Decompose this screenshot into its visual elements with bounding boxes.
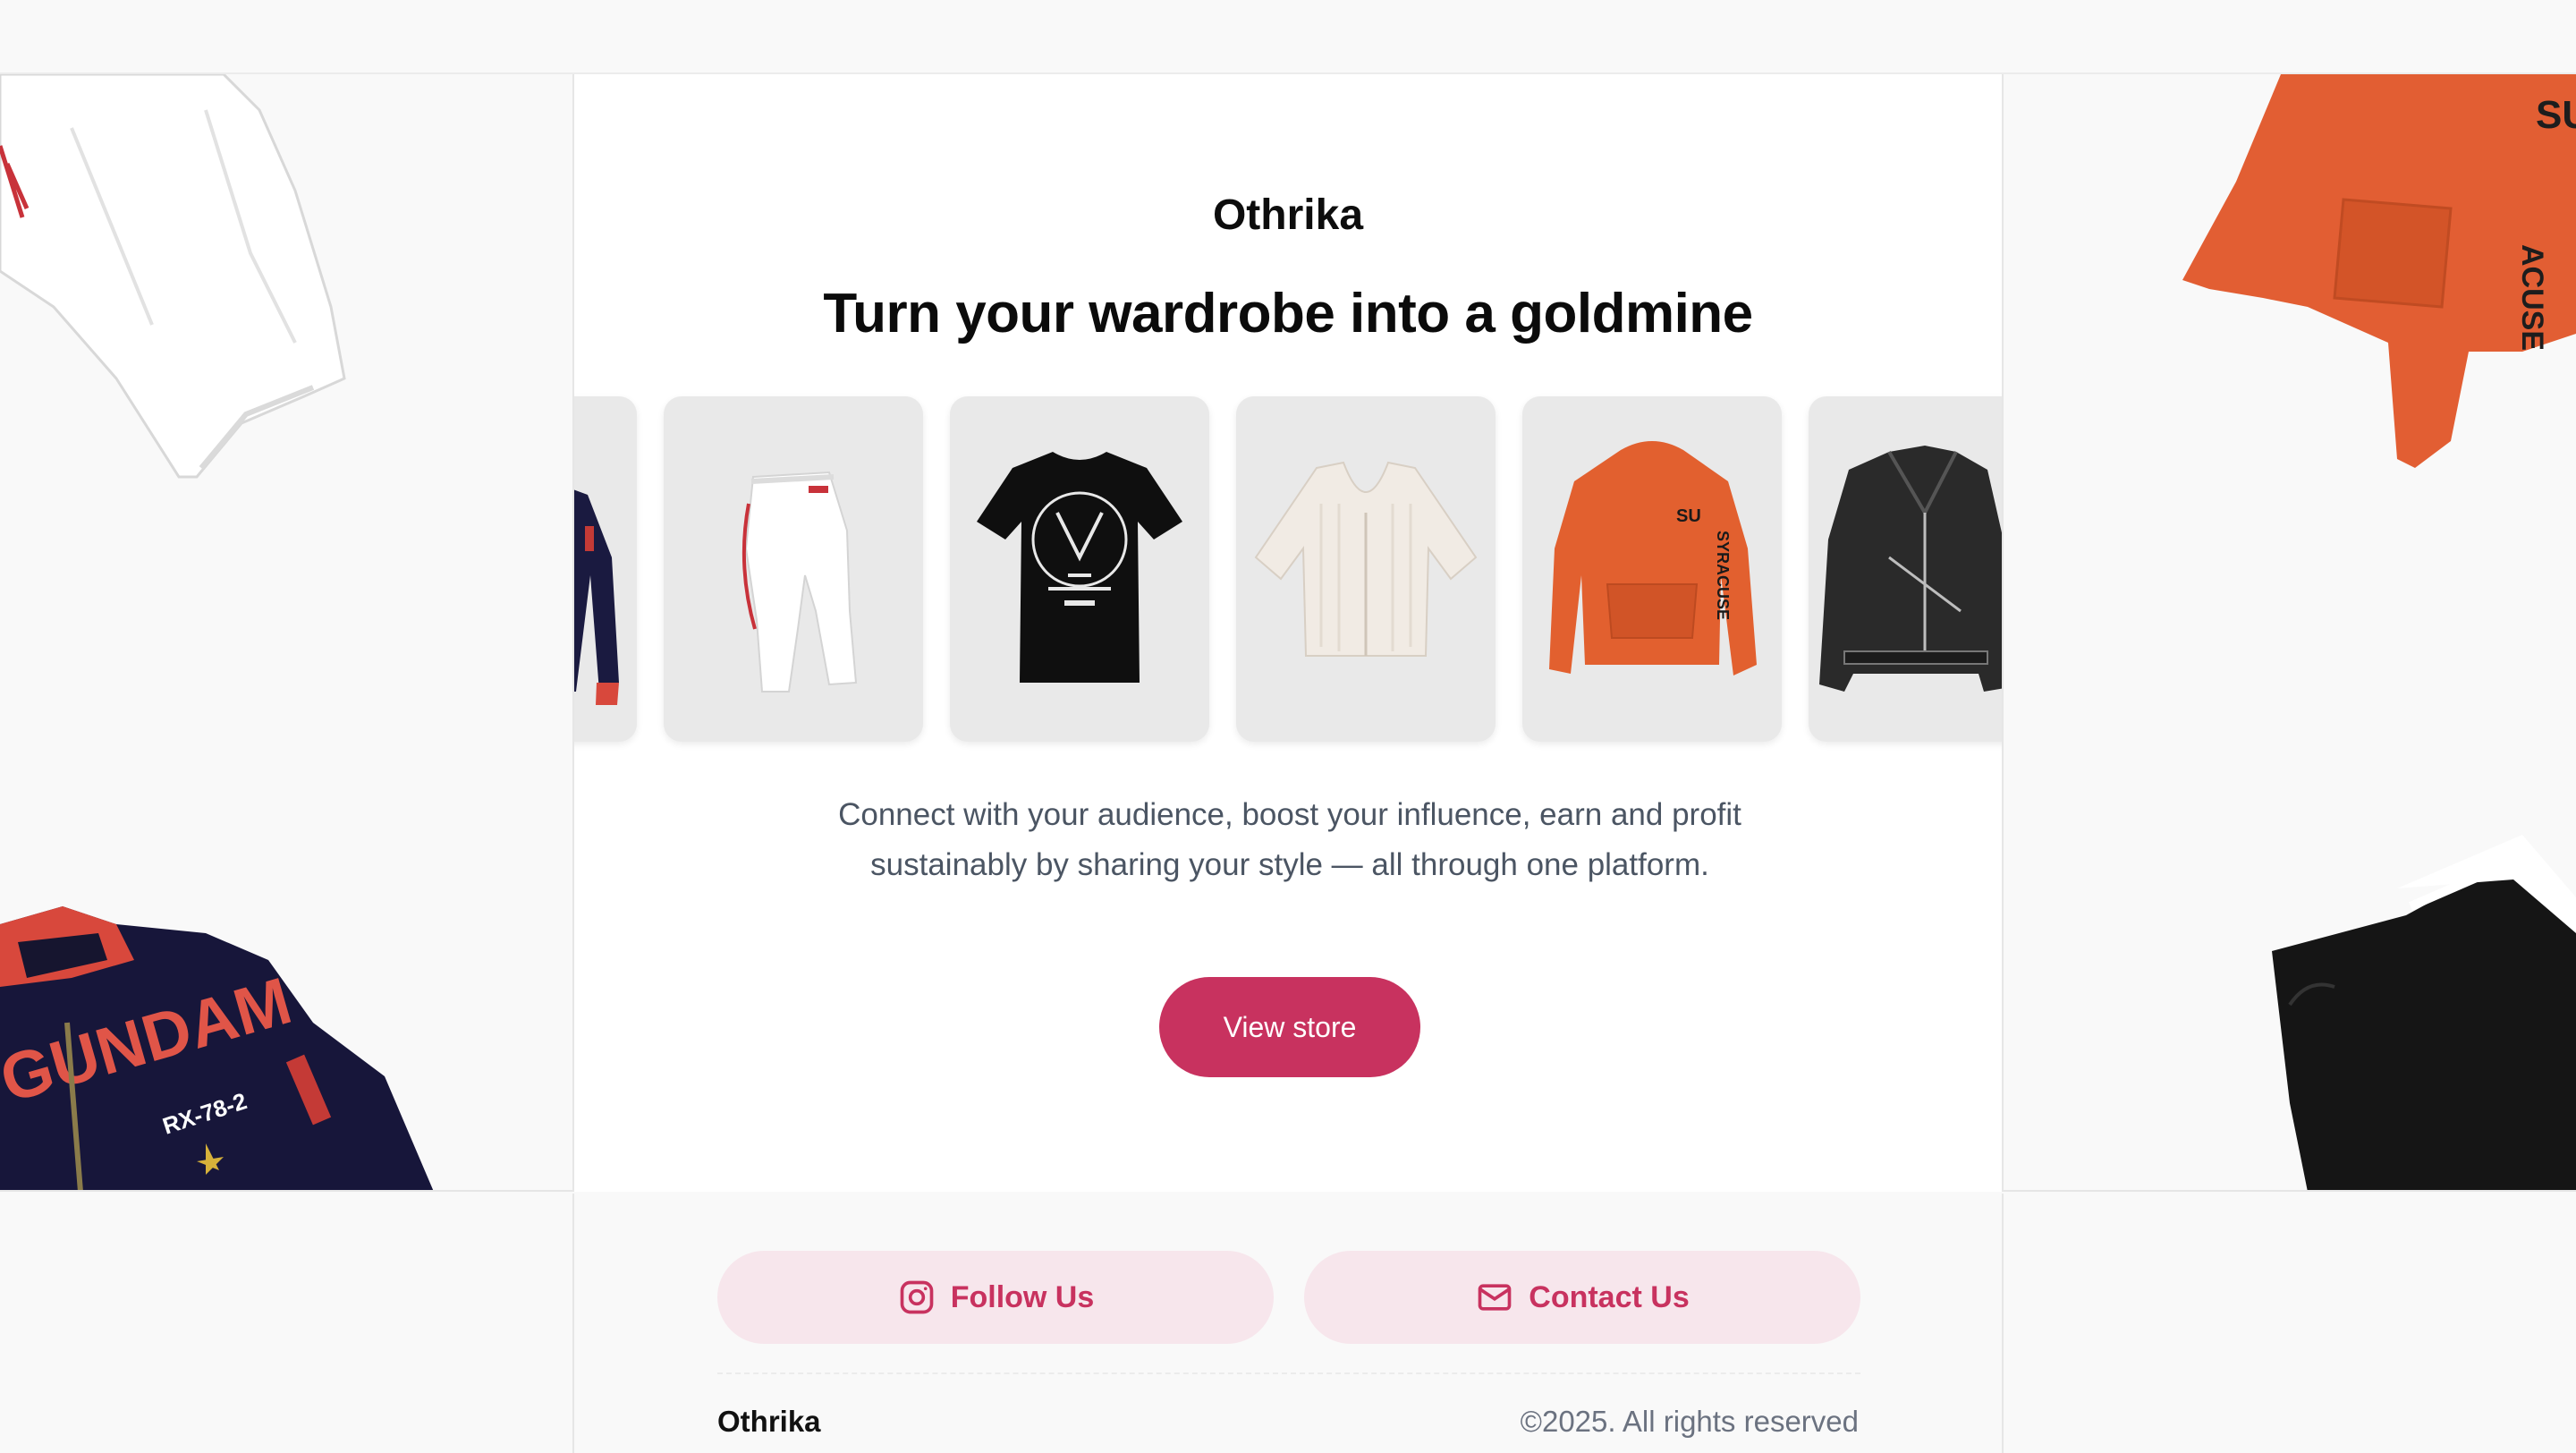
instagram-icon <box>900 1280 934 1314</box>
product-card-cream-knit-crop-top[interactable] <box>1236 396 1496 742</box>
footer-divider <box>717 1372 1860 1374</box>
product-carousel[interactable]: SU SYRACUSE <box>574 396 2002 742</box>
contact-us-button[interactable]: Contact Us <box>1304 1251 1860 1344</box>
hero-description: Connect with your audience, boost your i… <box>838 797 1741 882</box>
svg-text:ACUSE: ACUSE <box>2515 244 2549 351</box>
product-card-black-leather-jacket[interactable] <box>1809 396 2002 742</box>
product-card-navy-bomber-jacket[interactable] <box>574 396 637 742</box>
decorative-sweatpants-image <box>0 74 346 479</box>
follow-us-button[interactable]: Follow Us <box>717 1251 1274 1344</box>
decorative-bomber-jacket-image: GUNDAM RX-78-2 <box>0 906 434 1190</box>
footer-brand: Othrika <box>717 1405 821 1438</box>
svg-text:SU: SU <box>2536 93 2576 137</box>
follow-us-label: Follow Us <box>950 1279 1095 1314</box>
brand-name: Othrika <box>1212 191 1364 239</box>
view-store-button[interactable]: View store <box>1159 977 1420 1077</box>
decorative-shorts-image <box>2272 835 2576 1190</box>
decorative-hoodie-image: SU ACUSE <box>2182 74 2576 468</box>
product-card-white-sweatpants[interactable] <box>664 396 923 742</box>
footer: Follow Us Contact Us Othrika ©2025. All … <box>572 1194 2004 1453</box>
product-card-black-graphic-tshirt[interactable] <box>950 396 1209 742</box>
main-card: Othrika Turn your wardrobe into a goldmi… <box>572 74 2004 1192</box>
hero-headline: Turn your wardrobe into a goldmine <box>823 283 1753 344</box>
top-bar <box>0 0 2576 74</box>
svg-text:SYRACUSE: SYRACUSE <box>1714 531 1732 620</box>
product-card-orange-syracuse-hoodie[interactable]: SU SYRACUSE <box>1522 396 1782 742</box>
copyright-text: ©2025. All rights reserved <box>1520 1405 1859 1438</box>
contact-us-label: Contact Us <box>1529 1279 1690 1314</box>
svg-text:SU: SU <box>1676 506 1701 526</box>
mail-icon <box>1478 1284 1512 1311</box>
